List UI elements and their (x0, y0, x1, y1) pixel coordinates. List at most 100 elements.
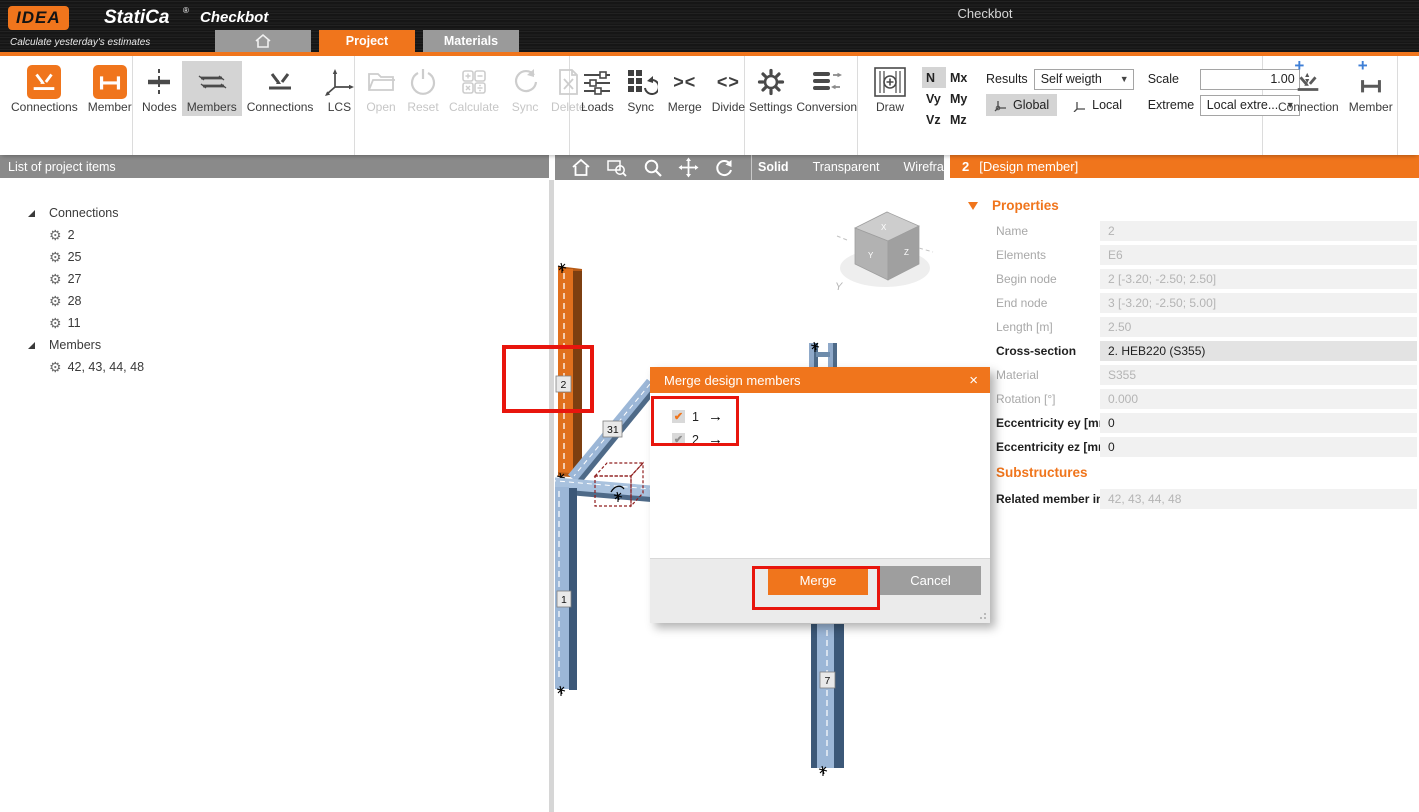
reset-button[interactable]: Reset (402, 61, 444, 116)
close-icon[interactable]: × (969, 372, 978, 389)
conversion-button[interactable]: Conversion (794, 61, 859, 117)
force-toggle-vy[interactable]: Vy (922, 88, 946, 109)
force-toggle-mz[interactable]: Mz (946, 109, 972, 130)
brand-name: StatiCa (104, 7, 169, 29)
view-cube[interactable]: Y Z X Y (835, 212, 933, 293)
refresh-icon (509, 64, 541, 100)
global-axes-button[interactable]: Global (986, 94, 1057, 116)
force-toggle-mx[interactable]: Mx (946, 67, 972, 88)
results-dropdown[interactable]: Self weigth ▼ (1034, 69, 1134, 90)
ribbon-group-options: Settings Conversion (745, 56, 858, 155)
member-label-7: 7 (825, 675, 831, 687)
rotate-icon[interactable] (714, 158, 734, 178)
project-items-header: List of project items (0, 155, 549, 178)
tree-item-connection[interactable]: ⚙ 11 (28, 312, 549, 334)
import-member-button[interactable]: Member (83, 61, 137, 116)
force-toggle-n[interactable]: N (922, 67, 946, 88)
member-7-top-stub[interactable] (809, 343, 837, 367)
substructures-heading: Substructures (996, 465, 1419, 481)
new-connection-button[interactable]: + Connection (1273, 61, 1344, 116)
nodes-icon (143, 64, 175, 100)
new-member-button[interactable]: + Member (1344, 61, 1398, 116)
eccentricity-ey-input[interactable]: 0 (1100, 413, 1417, 433)
property-row-eccentricity-ey[interactable]: Eccentricity ey [mm] 0 (950, 413, 1419, 433)
member-1[interactable] (555, 487, 577, 690)
mode-solid[interactable]: Solid (752, 155, 801, 180)
results-label: Results (986, 72, 1028, 86)
render-mode-switch: Solid Transparent Wireframe (751, 155, 973, 180)
labels-nodes-button[interactable]: Nodes (137, 61, 182, 116)
ribbon-group-structural-model: Loads Sync >< Merge (570, 56, 745, 155)
local-axes-button[interactable]: Local (1065, 94, 1130, 116)
zoom-window-icon[interactable] (606, 158, 628, 178)
dialog-title: Merge design members (664, 373, 801, 388)
project-tree: Connections ⚙ 2 ⚙ 25 ⚙ 27 ⚙ 28 ⚙ 11 (0, 178, 549, 378)
sync-button[interactable]: Sync (504, 61, 546, 116)
zoom-home-icon[interactable] (571, 158, 591, 177)
tree-node-members[interactable]: Members (28, 334, 549, 356)
import-connections-button[interactable]: Connections (6, 61, 83, 116)
grid-refresh-icon (624, 64, 658, 100)
divide-member-button[interactable]: <> Divide (707, 61, 750, 116)
plus-icon: + (1294, 56, 1304, 76)
cross-section-value[interactable]: 2. HEB220 (S355) (1100, 341, 1417, 361)
tree-item-connection[interactable]: ⚙ 2 (28, 224, 549, 246)
conversion-icon (810, 64, 844, 100)
svg-text:Z: Z (904, 248, 909, 257)
selected-item-header: 2 [Design member] (950, 155, 1419, 178)
app-window: IDEA StatiCa ® Checkbot Calculate yester… (0, 0, 1419, 812)
eccentricity-ez-input[interactable]: 0 (1100, 437, 1417, 457)
structural-sync-button[interactable]: Sync (619, 61, 663, 116)
zoom-icon[interactable] (643, 158, 663, 178)
settings-button[interactable]: Settings (747, 61, 794, 117)
collapse-icon[interactable] (28, 342, 35, 349)
mode-transparent[interactable]: Transparent (801, 155, 892, 180)
labels-connections-button[interactable]: Connections (242, 61, 319, 116)
cancel-button[interactable]: Cancel (880, 566, 981, 595)
properties-section-header[interactable]: Properties (950, 196, 1419, 215)
tab-project[interactable]: Project (319, 30, 415, 52)
ribbon: Connections Member No (0, 56, 1419, 155)
collapse-icon[interactable] (28, 210, 35, 217)
tree-node-connections[interactable]: Connections (28, 202, 549, 224)
tab-materials[interactable]: Materials (423, 30, 519, 52)
labels-members-button[interactable]: Members (182, 61, 242, 116)
svg-text:Y: Y (868, 251, 874, 260)
tree-item-member[interactable]: ⚙ 42, 43, 44, 48 (28, 356, 549, 378)
dialog-title-bar[interactable]: Merge design members × (650, 367, 990, 393)
tree-item-connection[interactable]: ⚙ 28 (28, 290, 549, 312)
panel-splitter[interactable] (549, 180, 554, 812)
ribbon-group-member-1d-forces: Draw N Mx Vy My Vz Mz Results Self weigt… (858, 56, 1263, 155)
tree-item-connection[interactable]: ⚙ 27 (28, 268, 549, 290)
collapse-triangle-icon[interactable] (968, 202, 978, 210)
local-axes-icon (1073, 99, 1087, 112)
ribbon-group-new: + Connection + Member (1263, 56, 1398, 155)
force-toggle-vz[interactable]: Vz (922, 109, 946, 130)
project-items-panel: List of project items Connections ⚙ 2 ⚙ … (0, 155, 549, 812)
draw-forces-button[interactable]: Draw (866, 61, 914, 116)
loads-button[interactable]: Loads (576, 61, 619, 116)
member-label-31: 31 (607, 424, 619, 436)
calculate-button[interactable]: Calculate (444, 61, 504, 116)
property-row-end-node: End node 3 [-3.20; -2.50; 5.00] (950, 293, 1419, 313)
property-row-eccentricity-ez[interactable]: Eccentricity ez [mm] 0 (950, 437, 1419, 457)
import-member-icon (93, 64, 127, 100)
resize-grip[interactable] (979, 612, 987, 620)
property-row-related-member: Related member in: 42, 43, 44, 48 (950, 489, 1419, 509)
global-axes-icon (994, 99, 1008, 112)
merge-members-button[interactable]: >< Merge (663, 61, 707, 116)
property-row-cross-section[interactable]: Cross-section 2. HEB220 (S355) (950, 341, 1419, 361)
property-row-rotation: Rotation [°] 0.000 (950, 389, 1419, 409)
property-value: S355 (1100, 365, 1417, 385)
open-button[interactable]: Open (360, 61, 402, 116)
home-icon (254, 33, 272, 49)
calculator-icon (458, 64, 490, 100)
member-7[interactable] (811, 624, 844, 768)
property-value: 0.000 (1100, 389, 1417, 409)
tree-item-connection[interactable]: ⚙ 25 (28, 246, 549, 268)
tab-home[interactable] (215, 30, 311, 52)
force-toggle-my[interactable]: My (946, 88, 972, 109)
property-value: 2 (1100, 221, 1417, 241)
property-row-begin-node: Begin node 2 [-3.20; -2.50; 2.50] (950, 269, 1419, 289)
pan-icon[interactable] (678, 157, 699, 178)
